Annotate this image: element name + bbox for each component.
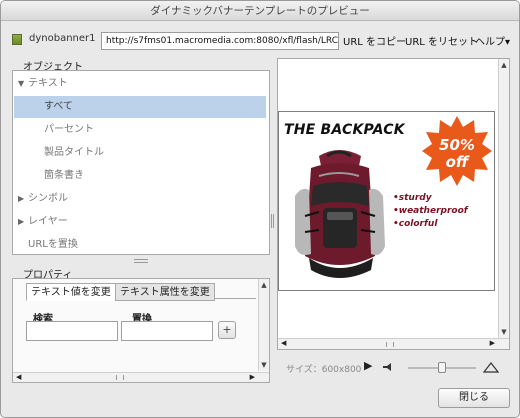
- tree-item-symbol[interactable]: ▶ シンボル: [14, 188, 266, 210]
- scroll-left-icon[interactable]: ◀: [16, 373, 21, 381]
- tree-item-text[interactable]: ▼ テキスト: [14, 73, 266, 95]
- tree-item-label: シンボル: [28, 193, 68, 204]
- scroll-left-icon[interactable]: ◀: [281, 339, 286, 347]
- badge-off-text: off: [446, 153, 470, 171]
- scroll-right-icon[interactable]: ▶: [250, 373, 255, 381]
- banner-preview: THE BACKPACK 50% off sturdy weatherproof…: [278, 111, 495, 291]
- scroll-up-icon[interactable]: ▲: [259, 281, 269, 289]
- zoom-icon[interactable]: [483, 361, 499, 373]
- search-input[interactable]: [26, 321, 118, 341]
- zoom-icon-shape: [483, 362, 499, 373]
- add-button[interactable]: +: [218, 321, 236, 339]
- tree-item-replace-url[interactable]: URLを置換: [14, 234, 266, 256]
- preview-scrollbar-horizontal[interactable]: ◀ ▶: [278, 338, 509, 349]
- tree-item-percent[interactable]: パーセント: [14, 119, 266, 141]
- scroll-down-icon[interactable]: ▼: [499, 328, 509, 336]
- scroll-down-icon[interactable]: ▼: [259, 361, 269, 369]
- size-label: サイズ：600x800: [286, 365, 362, 375]
- tree-item-label: テキスト: [28, 78, 68, 89]
- tab-change-text-value[interactable]: テキスト値を変更: [26, 283, 116, 301]
- play-icon[interactable]: ▶: [364, 359, 372, 372]
- properties-panel: テキスト値を変更 テキスト属性を変更 検索 置換 + ▲ ▼ ◀ ▶: [12, 278, 270, 383]
- bullet-item: weatherproof: [393, 205, 468, 218]
- tab-change-text-attributes[interactable]: テキスト属性を変更: [115, 283, 215, 301]
- scroll-thumb-grip[interactable]: [386, 342, 394, 347]
- window-title: ダイナミックバナーテンプレートのプレビュー: [1, 1, 519, 21]
- discount-badge: 50% off: [422, 116, 492, 186]
- speaker-icon[interactable]: [382, 362, 396, 372]
- close-button[interactable]: 閉じる: [438, 388, 510, 408]
- copy-url-button[interactable]: URL をコピー: [343, 33, 406, 48]
- collapsed-triangle-icon: ▶: [18, 194, 25, 203]
- objects-tree: ▼ テキスト すべて パーセント 製品タイトル 箇条書き ▶ シンボル ▶ レイヤー …: [12, 70, 270, 255]
- properties-scrollbar-vertical[interactable]: ▲ ▼: [258, 279, 269, 371]
- horizontal-splitter-handle[interactable]: [134, 259, 148, 263]
- player-bar: サイズ：600x800 ▶: [278, 356, 510, 380]
- bullet-item: colorful: [393, 218, 468, 231]
- tree-item-label: レイヤー: [28, 216, 68, 227]
- reset-url-button[interactable]: URL をリセット: [405, 33, 478, 48]
- banner-title: THE BACKPACK: [284, 122, 405, 138]
- scroll-thumb-grip[interactable]: [116, 375, 124, 380]
- speaker-icon-shape: [383, 363, 391, 371]
- tree-item-all[interactable]: すべて: [14, 96, 266, 118]
- badge-percent-text: 50%: [439, 136, 475, 154]
- document-icon: [12, 34, 22, 45]
- feature-bullets: sturdy weatherproof colorful: [393, 192, 468, 231]
- scroll-up-icon[interactable]: ▲: [499, 61, 509, 69]
- bullet-item: sturdy: [393, 192, 468, 205]
- volume-slider-thumb[interactable]: [438, 362, 446, 373]
- tree-item-product-title[interactable]: 製品タイトル: [14, 142, 266, 164]
- toolbar: dynobanner1 http://s7fms01.macromedia.co…: [1, 21, 519, 57]
- tree-item-layer[interactable]: ▶ レイヤー: [14, 211, 266, 233]
- tree-item-bullets[interactable]: 箇条書き: [14, 165, 266, 187]
- backpack-image: [295, 150, 385, 278]
- preview-scrollbar-vertical[interactable]: ▲ ▼: [498, 59, 509, 338]
- collapsed-triangle-icon: ▶: [18, 217, 25, 226]
- expanded-triangle-icon: ▼: [18, 79, 25, 88]
- preview-window: ダイナミックバナーテンプレートのプレビュー dynobanner1 http:/…: [0, 0, 520, 418]
- url-field[interactable]: http://s7fms01.macromedia.com:8080/xfl/f…: [101, 32, 339, 50]
- replace-input[interactable]: [121, 321, 213, 341]
- scroll-right-icon[interactable]: ▶: [490, 339, 495, 347]
- vertical-splitter-handle[interactable]: [271, 214, 274, 228]
- help-menu[interactable]: ヘルプ▾: [475, 33, 510, 48]
- document-name: dynobanner1: [29, 33, 96, 44]
- properties-scrollbar-horizontal[interactable]: ◀ ▶: [13, 372, 269, 382]
